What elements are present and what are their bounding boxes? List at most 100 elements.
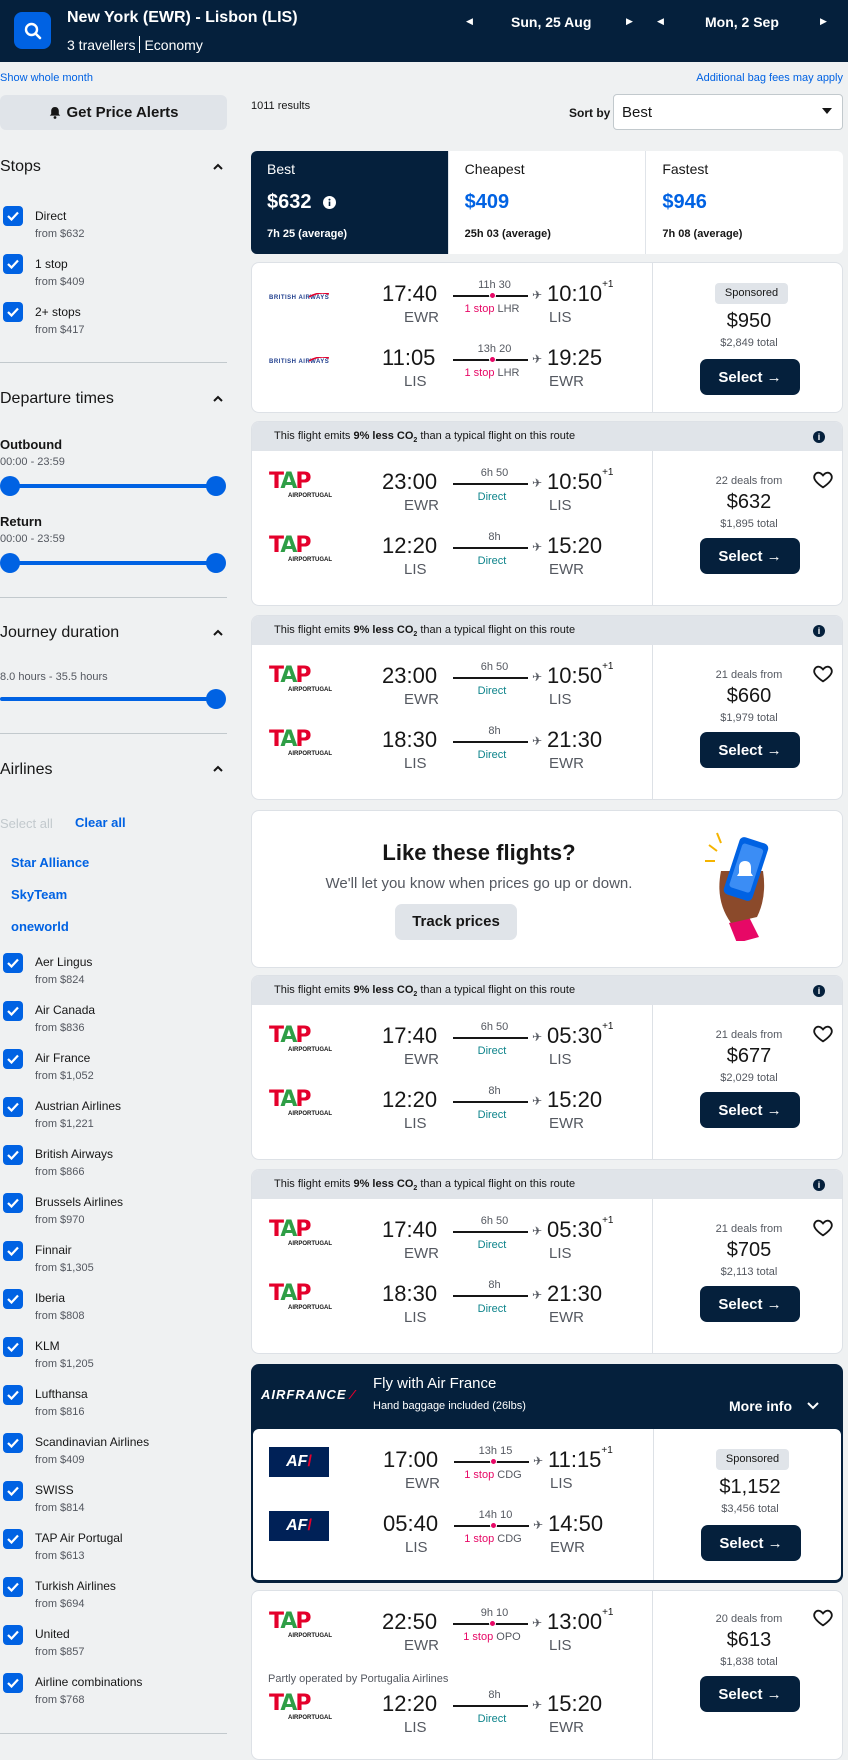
outbound-time-slider[interactable] (0, 476, 226, 496)
airline-checkbox[interactable] (3, 1433, 23, 1453)
flight-card[interactable]: This flight emits 9% less CO2 than a typ… (251, 1169, 843, 1354)
clear-all-link[interactable]: Clear all (75, 815, 126, 830)
outbound-date: Sun, 25 Aug (511, 14, 592, 30)
airline-checkbox[interactable] (3, 1529, 23, 1549)
search-button[interactable] (14, 12, 51, 49)
flight-card[interactable]: This flight emits 9% less CO2 than a typ… (251, 615, 843, 800)
airline-checkbox[interactable] (3, 1145, 23, 1165)
tab-fastest[interactable]: Fastest $946 7h 08 (average) (646, 151, 843, 254)
stop-checkbox[interactable] (3, 302, 23, 322)
next-return-date-icon[interactable]: ▶ (820, 16, 827, 27)
alliance-oneworld[interactable]: oneworld (11, 919, 69, 934)
total-price: $2,029 total (720, 1072, 778, 1084)
select-button[interactable]: Select → (700, 1286, 800, 1322)
stop-checkbox[interactable] (3, 254, 23, 274)
outbound-start-handle[interactable] (0, 476, 20, 496)
info-icon[interactable]: i (813, 985, 825, 997)
airline-checkbox[interactable] (3, 1577, 23, 1597)
departure-airport: LIS (404, 373, 427, 390)
outbound-end-handle[interactable] (206, 476, 226, 496)
select-all-link[interactable]: Select all (0, 816, 53, 831)
airline-checkbox[interactable] (3, 1241, 23, 1261)
select-button[interactable]: Select → (700, 1092, 800, 1128)
info-icon[interactable]: i (813, 1179, 825, 1191)
return-date-picker[interactable]: ◀ Mon, 2 Sep ▶ (657, 12, 837, 32)
airline-checkbox[interactable] (3, 1097, 23, 1117)
route-title[interactable]: New York (EWR) - Lisbon (LIS) (67, 9, 298, 27)
airline-checkbox[interactable] (3, 1049, 23, 1069)
arrival-time: 15:20 (547, 1087, 602, 1113)
departure-time: 05:40 (383, 1511, 439, 1536)
collapse-duration-icon[interactable] (212, 627, 224, 639)
sort-select[interactable]: Best (613, 94, 843, 130)
more-info-link[interactable]: More info (729, 1398, 820, 1414)
arrival-time-value: 10:50 (547, 663, 603, 688)
emissions-banner: This flight emits 9% less CO2 than a typ… (252, 1170, 842, 1199)
arrival-airport: EWR (549, 1309, 584, 1326)
airline-checkbox[interactable] (3, 1673, 23, 1693)
flight-card[interactable]: This flight emits 9% less CO2 than a typ… (251, 421, 843, 606)
air-france-logo: AF / (269, 1447, 329, 1477)
collapse-departure-icon[interactable] (212, 393, 224, 405)
alliance-skyteam[interactable]: SkyTeam (11, 887, 67, 902)
select-button[interactable]: Select → (700, 359, 800, 395)
return-time-slider[interactable] (0, 553, 226, 573)
stop-checkbox[interactable] (3, 206, 23, 226)
flight-duration: 6h 50 (480, 1021, 509, 1033)
info-icon[interactable]: i (813, 625, 825, 637)
logo-text: AF (286, 1517, 308, 1534)
show-whole-month-link[interactable]: Show whole month (0, 72, 93, 84)
arrival-airport: LIS (550, 1475, 573, 1492)
eco-text: than a typical flight on this route (417, 984, 576, 996)
air-france-subtitle: Hand baggage included (26lbs) (373, 1400, 526, 1412)
airline-checkbox[interactable] (3, 1385, 23, 1405)
info-icon[interactable] (323, 196, 337, 210)
tab-cheapest[interactable]: Cheapest $409 25h 03 (average) (449, 151, 647, 254)
airline-checkbox[interactable] (3, 1481, 23, 1501)
airline-label: Austrian Airlines (35, 1099, 122, 1113)
duration-slider[interactable] (0, 689, 226, 709)
check-icon (7, 1342, 19, 1352)
prev-return-date-icon[interactable]: ◀ (657, 16, 664, 27)
tap-air-portugal-logo: TAP AIRPORTUGAL (269, 469, 332, 499)
select-button[interactable]: Select → (700, 1676, 800, 1712)
prev-outbound-date-icon[interactable]: ◀ (466, 16, 473, 27)
airline-checkbox[interactable] (3, 1289, 23, 1309)
return-start-handle[interactable] (0, 553, 20, 573)
arrival-time-value: 10:10 (547, 281, 603, 306)
travellers-summary[interactable]: 3 travellers Economy (67, 36, 203, 53)
route-line: ✈ (453, 1224, 542, 1238)
collapse-airlines-icon[interactable] (212, 763, 224, 775)
flight-card[interactable]: TAP AIRPORTUGAL 22:50 EWR 9h 10 ✈ 1 stop … (251, 1590, 843, 1760)
select-button[interactable]: Select → (700, 538, 800, 574)
flight-card[interactable]: AF/ 17:00 EWR 13h 15 ✈ 1 stop CDG 11:15+… (251, 1427, 843, 1582)
departure-time: 22:50 (382, 1609, 438, 1634)
alliance-star-alliance[interactable]: Star Alliance (11, 855, 89, 870)
airline-checkbox[interactable] (3, 1337, 23, 1357)
info-icon[interactable]: i (813, 431, 825, 443)
price-alerts-button[interactable]: Get Price Alerts (0, 95, 227, 130)
airline-checkbox[interactable] (3, 953, 23, 973)
tab-best[interactable]: Best $632 7h 25 (average) (251, 151, 449, 254)
eco-text: than a typical flight on this route (417, 430, 576, 442)
outbound-date-picker[interactable]: ◀ Sun, 25 Aug ▶ (466, 12, 636, 32)
airline-checkbox[interactable] (3, 1625, 23, 1645)
airline-price: from $836 (35, 1022, 85, 1034)
select-button[interactable]: Select → (700, 732, 800, 768)
stops-info: Direct (447, 491, 537, 503)
select-button[interactable]: Select → (701, 1525, 801, 1561)
deals-count: 20 deals from (715, 1613, 783, 1625)
departure-time: 18:30 (382, 1281, 438, 1306)
arrival-time: 15:20 (547, 533, 602, 559)
airline-checkbox[interactable] (3, 1001, 23, 1021)
collapse-stops-icon[interactable] (212, 161, 224, 173)
track-title: Like these flights? (382, 840, 576, 865)
bag-fees-link[interactable]: Additional bag fees may apply (696, 72, 843, 84)
track-prices-button[interactable]: Track prices (395, 904, 517, 940)
airline-checkbox[interactable] (3, 1193, 23, 1213)
next-outbound-date-icon[interactable]: ▶ (626, 16, 633, 27)
flight-card[interactable]: BRITISH AIRWAYS 17:40 EWR 11h 30 ✈ 1 sto… (251, 262, 843, 413)
duration-end-handle[interactable] (206, 689, 226, 709)
return-end-handle[interactable] (206, 553, 226, 573)
flight-card[interactable]: This flight emits 9% less CO2 than a typ… (251, 975, 843, 1160)
